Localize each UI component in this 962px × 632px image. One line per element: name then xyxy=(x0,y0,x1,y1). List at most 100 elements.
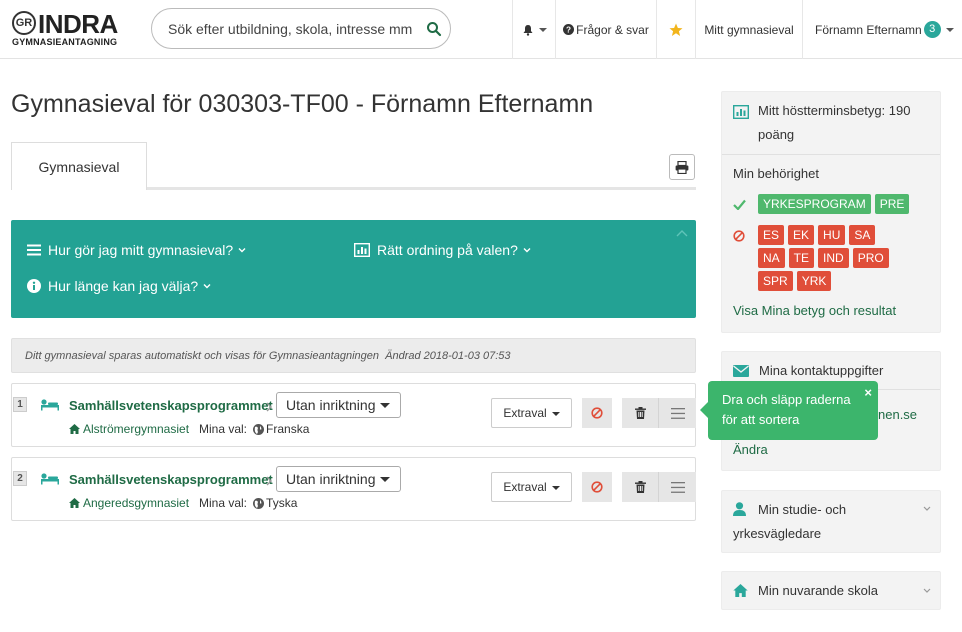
ban-icon xyxy=(591,481,603,493)
list-icon xyxy=(27,244,41,256)
faq-label: Frågor & svar xyxy=(576,22,649,37)
search-input[interactable] xyxy=(168,19,416,39)
choice-number: 2 xyxy=(13,471,27,486)
last-changed-text: Ändrad 2018-01-03 07:53 xyxy=(385,350,511,362)
not-eligible-pill: YRK xyxy=(796,271,832,291)
chevron-down-icon xyxy=(203,284,211,289)
autosave-info-bar: Ditt gymnasieval sparas automatiskt och … xyxy=(11,338,696,373)
extraval-dropdown[interactable]: Extraval xyxy=(491,472,572,502)
delete-button[interactable] xyxy=(622,398,658,428)
drag-sort-tooltip: Dra och släpp raderna för att sortera × xyxy=(700,381,878,440)
chevron-down-icon xyxy=(523,248,531,253)
user-name: Förnamn Efternamn xyxy=(815,22,922,37)
help-how-long-label: Hur länge kan jag välja? xyxy=(48,278,199,294)
contact-email: nen.se xyxy=(878,407,918,422)
not-eligible-pill: TE xyxy=(788,248,815,268)
help-panel: Hur gör jag mitt gymnasieval? Rätt ordni… xyxy=(11,220,696,318)
choice-row[interactable]: 2 Samhällsvetenskapsprogrammet Utan inri… xyxy=(11,457,696,521)
chevron-down-icon xyxy=(551,411,560,416)
tooltip-text: Dra och släpp raderna för att sortera xyxy=(722,392,851,427)
orientation-select[interactable]: Utan inriktning xyxy=(276,466,401,492)
favorites-button[interactable] xyxy=(656,0,695,59)
help-right-order-label: Rätt ordning på valen? xyxy=(377,242,518,258)
my-choices: Mina val: Franska xyxy=(199,422,309,436)
drag-handle-icon xyxy=(670,407,685,419)
chevron-down-icon xyxy=(945,27,954,32)
page-title: Gymnasieval för 030303-TF00 - Förnamn Ef… xyxy=(11,90,594,118)
choice-number: 1 xyxy=(13,397,27,412)
drag-handle[interactable] xyxy=(658,472,696,502)
help-right-order[interactable]: Rätt ordning på valen? xyxy=(354,242,538,258)
not-eligible-pill: SA xyxy=(849,225,876,245)
user-menu[interactable]: Förnamn Efternamn 3 xyxy=(802,0,962,59)
program-name[interactable]: Samhällsvetenskapsprogrammet xyxy=(69,472,273,487)
choice-row[interactable]: 1 Samhällsvetenskapsprogrammet Utan inri… xyxy=(11,383,696,447)
eligible-list: YRKESPROGRAM PRE xyxy=(758,194,938,217)
not-eligible-pill: HU xyxy=(818,225,846,245)
school-link[interactable]: Angeredsgymnasiet xyxy=(69,496,189,510)
counselor-title: Min studie- och yrkesvägledare xyxy=(733,502,847,541)
chevron-down-icon xyxy=(923,506,931,511)
chevron-down-icon xyxy=(538,27,547,32)
program-name[interactable]: Samhällsvetenskapsprogrammet xyxy=(69,398,273,413)
chevron-down-icon xyxy=(923,588,931,593)
help-how-to-choose[interactable]: Hur gör jag mitt gymnasieval? xyxy=(27,242,253,258)
search-icon[interactable] xyxy=(426,21,442,37)
language-choice: Tyska xyxy=(266,496,298,510)
print-button[interactable] xyxy=(669,154,695,180)
block-button[interactable] xyxy=(582,472,612,502)
grades-title: Mitt höstterminsbetyg: 190 poäng xyxy=(758,103,911,142)
delete-button[interactable] xyxy=(622,472,658,502)
extraval-dropdown[interactable]: Extraval xyxy=(491,398,572,428)
not-eligible-pill: PRO xyxy=(852,248,889,268)
my-choice-label: Mitt gymnasieval xyxy=(704,22,794,37)
tab-gymnasieval[interactable]: Gymnasieval xyxy=(11,142,147,190)
my-choice-link[interactable]: Mitt gymnasieval xyxy=(695,0,802,59)
my-choices-label: Mina val: xyxy=(199,422,248,436)
eligible-pill: YRKESPROGRAM xyxy=(758,194,871,214)
bar-chart-icon xyxy=(354,243,370,257)
contact-edit-link[interactable]: Ändra xyxy=(733,442,768,457)
current-school-card[interactable]: Min nuvarande skola xyxy=(721,571,941,610)
not-eligible-list: ES EK HU SA NA TE IND PRO SPR YRK xyxy=(758,225,908,294)
faq-link[interactable]: ? Frågor & svar xyxy=(555,0,656,59)
top-navbar: GR INDRA GYMNASIEANTAGNING ? Frågor & sv… xyxy=(0,0,962,59)
school-link[interactable]: Alströmergymnasiet xyxy=(69,422,189,436)
printer-icon xyxy=(675,160,689,174)
grades-results-link[interactable]: Visa Mina betyg och resultat xyxy=(733,303,896,318)
not-eligible-pill: IND xyxy=(818,248,849,268)
orientation-value: Utan inriktning xyxy=(286,397,376,413)
program-type-icon xyxy=(41,399,59,411)
envelope-icon xyxy=(733,364,749,377)
tooltip-close-button[interactable]: × xyxy=(864,383,872,403)
collapse-chevron-up-icon[interactable] xyxy=(676,228,688,240)
block-button[interactable] xyxy=(582,398,612,428)
my-choices-label: Mina val: xyxy=(199,496,248,510)
search-box xyxy=(151,8,451,49)
ban-icon xyxy=(733,230,745,242)
indra-logo[interactable]: GR INDRA GYMNASIEANTAGNING xyxy=(12,9,127,48)
orientation-select[interactable]: Utan inriktning xyxy=(276,392,401,418)
notifications-menu[interactable] xyxy=(512,0,555,59)
my-choices: Mina val: Tyska xyxy=(199,496,297,510)
language-choice: Franska xyxy=(266,422,310,436)
not-eligible-pill: SPR xyxy=(758,271,793,291)
program-type-icon xyxy=(41,473,59,485)
logo-subtitle: GYMNASIEANTAGNING xyxy=(12,37,118,47)
drag-handle-icon xyxy=(670,481,685,493)
gr-logo-mark: GR xyxy=(12,11,36,35)
chevron-down-icon xyxy=(551,485,560,490)
bar-chart-icon xyxy=(733,105,749,119)
drag-handle[interactable] xyxy=(658,398,696,428)
counselor-card[interactable]: Min studie- och yrkesvägledare xyxy=(721,490,941,553)
user-notification-badge: 3 xyxy=(923,21,941,38)
school-name: Angeredsgymnasiet xyxy=(83,496,190,510)
help-how-to-choose-label: Hur gör jag mitt gymnasieval? xyxy=(48,242,234,258)
chevron-down-icon xyxy=(238,248,246,253)
not-eligible-pill: NA xyxy=(758,248,785,268)
extraval-label: Extraval xyxy=(503,480,547,494)
help-how-long[interactable]: Hur länge kan jag välja? xyxy=(27,278,218,294)
check-icon xyxy=(733,199,746,210)
chevron-right-icon xyxy=(266,402,272,412)
logo-name: INDRA xyxy=(38,9,118,39)
